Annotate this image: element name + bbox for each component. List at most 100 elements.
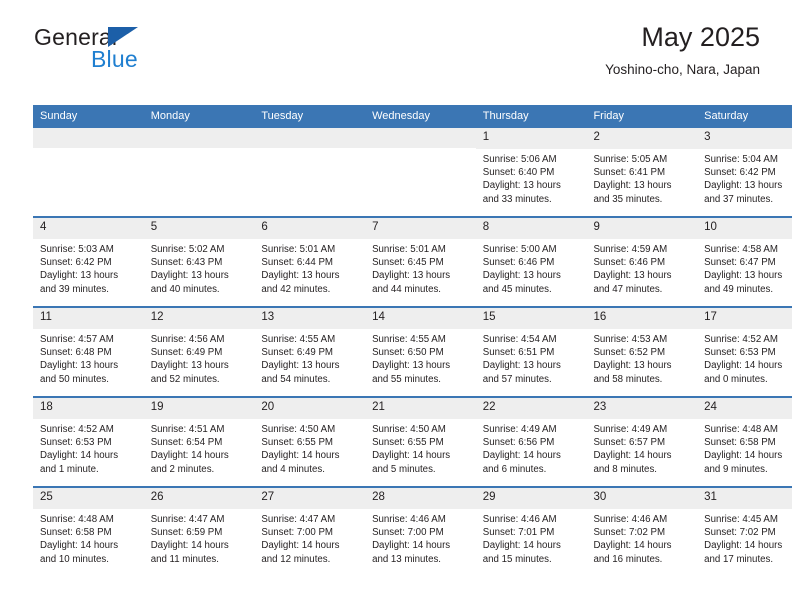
daylight-text-line1: Daylight: 13 hours: [704, 270, 783, 282]
calendar-day-cell[interactable]: 23 Sunrise: 4:49 AM Sunset: 6:57 PM Dayligh…: [586, 396, 698, 487]
daylight-text-line2: and 57 minutes.: [482, 373, 552, 385]
daylight-text-line1: Daylight: 14 hours: [482, 540, 561, 552]
day-number: 4: [33, 218, 144, 239]
daylight-text-line2: and 54 minutes.: [261, 373, 331, 385]
day-number: 21: [365, 398, 476, 419]
day-number: 19: [143, 398, 255, 419]
daylight-text-line2: and 49 minutes.: [704, 283, 774, 295]
calendar-day-cell[interactable]: 26 Sunrise: 4:47 AM Sunset: 6:59 PM Dayligh…: [143, 486, 255, 576]
day-number: 29: [475, 488, 587, 509]
sunset-text: Sunset: 6:46 PM: [593, 256, 666, 268]
sunrise-text: Sunrise: 5:05 AM: [593, 153, 668, 165]
daylight-text-line1: Daylight: 14 hours: [261, 540, 340, 552]
calendar-day-cell[interactable]: 6 Sunrise: 5:01 AM Sunset: 6:44 PM Daylight…: [254, 216, 366, 307]
calendar-week-row: 18 Sunrise: 4:52 AM Sunset: 6:53 PM Dayligh…: [33, 396, 792, 487]
sunset-text: Sunset: 6:55 PM: [261, 436, 333, 448]
weekday-header-row: Sunday Monday Tuesday Wednesday Thursday…: [33, 105, 792, 128]
day-number: 1: [475, 128, 587, 149]
sunrise-text: Sunrise: 4:51 AM: [150, 423, 225, 435]
daylight-text-line2: and 55 minutes.: [372, 373, 441, 385]
day-details: Sunrise: 4:52 AM Sunset: 6:53 PM Daylight:…: [697, 329, 792, 387]
day-number: 15: [475, 308, 587, 329]
calendar-day-cell[interactable]: 8 Sunrise: 5:00 AM Sunset: 6:46 PM Daylight…: [475, 216, 587, 307]
calendar-day-cell[interactable]: 9 Sunrise: 4:59 AM Sunset: 6:46 PM Daylight…: [586, 216, 698, 307]
calendar-day-cell-empty: [254, 128, 366, 217]
calendar-day-cell[interactable]: 11 Sunrise: 4:57 AM Sunset: 6:48 PM Dayligh…: [33, 306, 144, 397]
location-subtitle: Yoshino-cho, Nara, Japan: [605, 62, 760, 78]
daylight-text-line1: Daylight: 13 hours: [261, 360, 340, 372]
daylight-text-line2: and 50 minutes.: [40, 373, 109, 385]
calendar-day-cell[interactable]: 13 Sunrise: 4:55 AM Sunset: 6:49 PM Dayligh…: [254, 306, 366, 397]
sunrise-text: Sunrise: 5:00 AM: [482, 243, 557, 255]
sunrise-text: Sunrise: 4:56 AM: [150, 333, 225, 345]
calendar-day-cell[interactable]: 1 Sunrise: 5:06 AM Sunset: 6:40 PM Daylight…: [475, 128, 587, 217]
daylight-text-line1: Daylight: 13 hours: [40, 270, 119, 282]
day-details: Sunrise: 4:55 AM Sunset: 6:50 PM Daylight:…: [365, 329, 476, 387]
sunrise-text: Sunrise: 4:54 AM: [482, 333, 557, 345]
calendar-day-cell[interactable]: 31 Sunrise: 4:45 AM Sunset: 7:02 PM Dayligh…: [697, 486, 792, 576]
sunset-text: Sunset: 7:00 PM: [261, 526, 333, 538]
daylight-text-line1: Daylight: 13 hours: [593, 180, 672, 192]
day-number: 18: [33, 398, 144, 419]
calendar-week-row: 11 Sunrise: 4:57 AM Sunset: 6:48 PM Dayligh…: [33, 306, 792, 397]
daylight-text-line2: and 35 minutes.: [593, 193, 663, 205]
calendar-day-cell[interactable]: 4 Sunrise: 5:03 AM Sunset: 6:42 PM Daylight…: [33, 216, 144, 307]
calendar-day-cell[interactable]: 12 Sunrise: 4:56 AM Sunset: 6:49 PM Dayligh…: [143, 306, 255, 397]
day-number: 10: [697, 218, 792, 239]
calendar-day-cell[interactable]: 17 Sunrise: 4:52 AM Sunset: 6:53 PM Dayligh…: [697, 306, 792, 397]
sunset-text: Sunset: 6:53 PM: [40, 436, 112, 448]
day-number: 3: [697, 128, 792, 149]
day-number: 28: [365, 488, 476, 509]
calendar-day-cell[interactable]: 30 Sunrise: 4:46 AM Sunset: 7:02 PM Dayligh…: [586, 486, 698, 576]
sunrise-text: Sunrise: 4:59 AM: [593, 243, 668, 255]
calendar-day-cell[interactable]: 10 Sunrise: 4:58 AM Sunset: 6:47 PM Dayligh…: [697, 216, 792, 307]
calendar-day-cell[interactable]: 28 Sunrise: 4:46 AM Sunset: 7:00 PM Dayligh…: [365, 486, 476, 576]
sunset-text: Sunset: 6:44 PM: [261, 256, 333, 268]
calendar-day-cell[interactable]: 22 Sunrise: 4:49 AM Sunset: 6:56 PM Dayligh…: [475, 396, 587, 487]
calendar-day-cell[interactable]: 25 Sunrise: 4:48 AM Sunset: 6:58 PM Dayligh…: [33, 486, 144, 576]
day-number: 8: [475, 218, 587, 239]
weekday-header-saturday: Saturday: [697, 105, 792, 128]
calendar-day-cell[interactable]: 3 Sunrise: 5:04 AM Sunset: 6:42 PM Daylight…: [697, 128, 792, 217]
calendar-day-cell[interactable]: 20 Sunrise: 4:50 AM Sunset: 6:55 PM Dayligh…: [254, 396, 366, 487]
day-details: Sunrise: 4:46 AM Sunset: 7:01 PM Daylight:…: [476, 509, 587, 567]
day-details: Sunrise: 4:46 AM Sunset: 7:00 PM Daylight:…: [365, 509, 476, 567]
sunrise-text: Sunrise: 4:49 AM: [482, 423, 557, 435]
daylight-text-line2: and 11 minutes.: [150, 553, 219, 565]
daylight-text-line2: and 37 minutes.: [704, 193, 774, 205]
day-details: Sunrise: 5:03 AM Sunset: 6:42 PM Daylight:…: [33, 239, 144, 297]
sunset-text: Sunset: 6:48 PM: [40, 346, 112, 358]
daylight-text-line1: Daylight: 13 hours: [482, 270, 561, 282]
calendar-day-cell[interactable]: 19 Sunrise: 4:51 AM Sunset: 6:54 PM Dayligh…: [143, 396, 255, 487]
sunset-text: Sunset: 6:42 PM: [704, 166, 776, 178]
page-header: General Blue May 2025 Yoshino-cho, Nara,…: [32, 0, 760, 78]
calendar-day-cell[interactable]: 7 Sunrise: 5:01 AM Sunset: 6:45 PM Daylight…: [365, 216, 476, 307]
calendar-day-cell[interactable]: 18 Sunrise: 4:52 AM Sunset: 6:53 PM Dayligh…: [33, 396, 144, 487]
day-details: Sunrise: 4:46 AM Sunset: 7:02 PM Daylight:…: [586, 509, 697, 567]
calendar-day-cell[interactable]: 2 Sunrise: 5:05 AM Sunset: 6:41 PM Daylight…: [586, 128, 698, 217]
day-details: Sunrise: 4:51 AM Sunset: 6:54 PM Daylight:…: [144, 419, 255, 477]
calendar-day-cell[interactable]: 16 Sunrise: 4:53 AM Sunset: 6:52 PM Dayligh…: [586, 306, 698, 397]
calendar-week-row: 25 Sunrise: 4:48 AM Sunset: 6:58 PM Dayligh…: [33, 486, 792, 576]
sunrise-text: Sunrise: 4:58 AM: [704, 243, 778, 255]
calendar-day-cell[interactable]: 15 Sunrise: 4:54 AM Sunset: 6:51 PM Dayligh…: [475, 306, 587, 397]
weekday-header-thursday: Thursday: [475, 105, 587, 128]
calendar-day-cell[interactable]: 14 Sunrise: 4:55 AM Sunset: 6:50 PM Dayligh…: [365, 306, 476, 397]
day-details: Sunrise: 4:56 AM Sunset: 6:49 PM Daylight:…: [144, 329, 255, 387]
calendar-day-cell[interactable]: 27 Sunrise: 4:47 AM Sunset: 7:00 PM Dayligh…: [254, 486, 366, 576]
brand-logo[interactable]: General Blue: [34, 24, 234, 76]
sunset-text: Sunset: 6:46 PM: [482, 256, 555, 268]
day-number: 30: [586, 488, 698, 509]
calendar-day-cell[interactable]: 5 Sunrise: 5:02 AM Sunset: 6:43 PM Daylight…: [143, 216, 255, 307]
sunset-text: Sunset: 6:43 PM: [150, 256, 223, 268]
calendar-day-cell[interactable]: 24 Sunrise: 4:48 AM Sunset: 6:58 PM Dayligh…: [697, 396, 792, 487]
calendar-day-cell-empty: [143, 128, 255, 217]
calendar-day-cell[interactable]: 21 Sunrise: 4:50 AM Sunset: 6:55 PM Dayligh…: [365, 396, 476, 487]
daylight-text-line2: and 33 minutes.: [482, 193, 552, 205]
sunset-text: Sunset: 7:02 PM: [593, 526, 666, 538]
calendar-day-cell[interactable]: 29 Sunrise: 4:46 AM Sunset: 7:01 PM Dayligh…: [475, 486, 587, 576]
daylight-text-line2: and 40 minutes.: [150, 283, 220, 295]
day-details: Sunrise: 5:00 AM Sunset: 6:46 PM Daylight:…: [476, 239, 587, 297]
day-details: Sunrise: 5:04 AM Sunset: 6:42 PM Daylight:…: [697, 149, 792, 207]
daylight-text-line1: Daylight: 13 hours: [593, 270, 672, 282]
